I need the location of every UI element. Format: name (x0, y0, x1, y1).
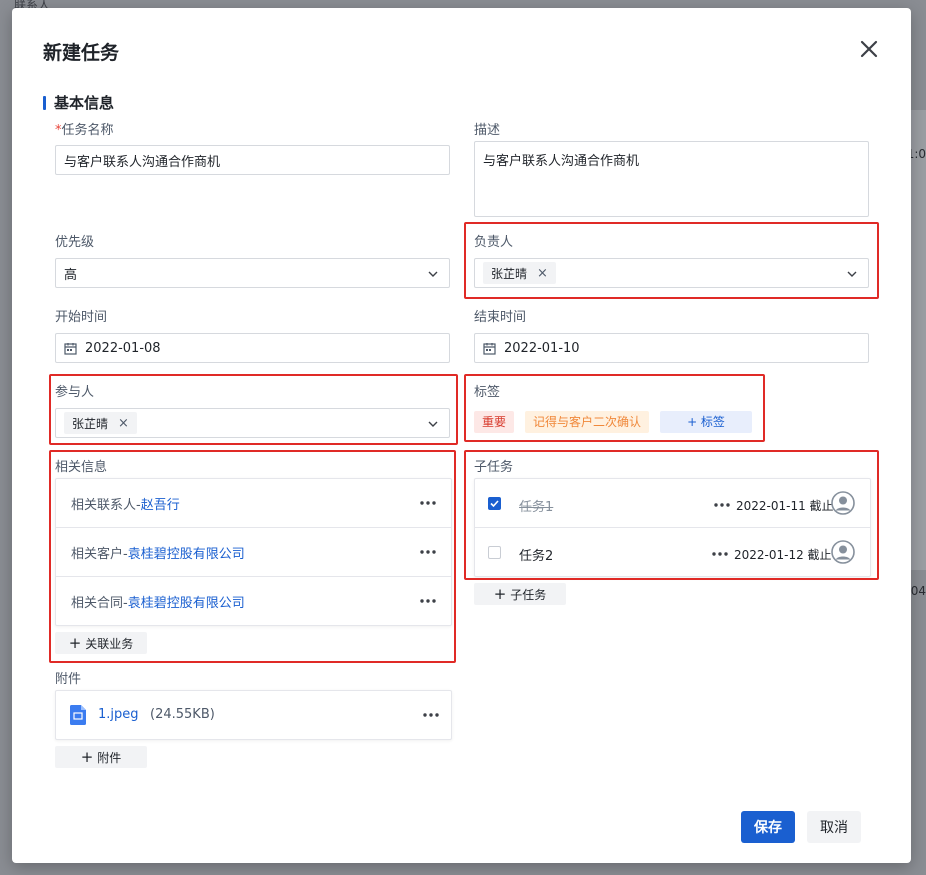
highlight-box-tags (464, 374, 765, 442)
section-accent-bar (43, 96, 46, 110)
attachment-file-name[interactable]: 1.jpeg (98, 707, 139, 722)
close-icon[interactable] (858, 38, 880, 60)
highlight-box-participants (49, 374, 458, 445)
end-time-label: 结束时间 (474, 306, 526, 325)
section-title-basic-info: 基本信息 (43, 92, 114, 113)
highlight-box-related-info (49, 450, 456, 663)
add-attachment-button[interactable]: +附件 (55, 746, 147, 768)
attachments-label: 附件 (55, 668, 81, 687)
cancel-button[interactable]: 取消 (807, 811, 861, 843)
plus-icon: + (494, 587, 507, 602)
dialog-title: 新建任务 (43, 38, 119, 65)
task-name-input[interactable]: 与客户联系人沟通合作商机 (55, 145, 450, 175)
start-time-picker[interactable]: 2022-01-08 (55, 333, 450, 363)
highlight-box-owner (464, 222, 879, 299)
more-icon[interactable] (423, 713, 439, 717)
chevron-down-icon (427, 268, 439, 280)
start-time-value: 2022-01-08 (85, 341, 161, 356)
new-task-dialog: 新建任务 基本信息 *任务名称 与客户联系人沟通合作商机 描述 与客户联系人沟通… (12, 8, 911, 863)
section-title-text: 基本信息 (54, 92, 114, 113)
end-time-picker[interactable]: 2022-01-10 (474, 333, 869, 363)
end-time-value: 2022-01-10 (504, 341, 580, 356)
add-attachment-label: 附件 (97, 749, 121, 766)
save-button[interactable]: 保存 (741, 811, 795, 843)
description-textarea[interactable]: 与客户联系人沟通合作商机 (474, 141, 869, 217)
add-subtask-label: 子任务 (510, 586, 546, 603)
image-file-icon (70, 705, 86, 725)
task-name-value: 与客户联系人沟通合作商机 (64, 151, 220, 170)
priority-select[interactable]: 高 (55, 258, 450, 288)
plus-icon: + (81, 750, 94, 765)
calendar-icon (64, 342, 77, 355)
description-value: 与客户联系人沟通合作商机 (483, 150, 639, 169)
calendar-icon (483, 342, 496, 355)
attachment-file-size: (24.55KB) (150, 707, 215, 722)
task-name-label-text: 任务名称 (62, 123, 114, 138)
highlight-box-subtasks (464, 450, 879, 580)
background-text-fragment: 04 (911, 584, 926, 598)
attachment-item: 1.jpeg (24.55KB) (55, 690, 452, 740)
task-name-label: *任务名称 (55, 119, 114, 138)
add-subtask-button[interactable]: +子任务 (474, 583, 566, 605)
priority-value: 高 (64, 264, 77, 283)
priority-label: 优先级 (55, 231, 94, 250)
description-label: 描述 (474, 119, 500, 138)
start-time-label: 开始时间 (55, 306, 107, 325)
